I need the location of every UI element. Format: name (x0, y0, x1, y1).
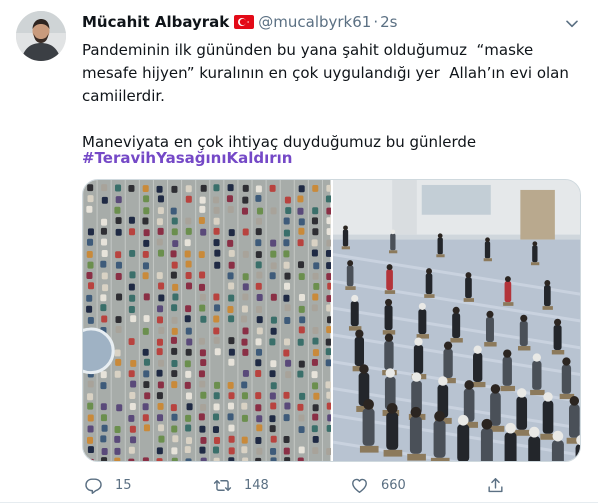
author-handle[interactable]: @mucalbyrk61 (258, 13, 371, 31)
reply-icon (85, 477, 102, 494)
photo-mosque-interior[interactable] (332, 180, 580, 461)
turkey-flag-icon (234, 15, 255, 29)
share-icon (488, 477, 503, 492)
author-name[interactable]: Mücahit Albayrak (82, 13, 229, 31)
avatar[interactable] (16, 11, 66, 61)
tweet-media (82, 179, 581, 462)
photo-aerial-prayer[interactable] (83, 180, 331, 461)
retweet-button[interactable]: 148 (213, 476, 269, 495)
tweet-actions: 15 148 660 (82, 472, 522, 498)
tweet-header: Mücahit Albayrak @mucalbyrk61 · 2s (82, 11, 558, 33)
like-count: 660 (381, 477, 406, 493)
tweet-text: Pandeminin ilk gününden bu yana şahit ol… (82, 41, 569, 151)
hashtag-link[interactable]: #TeravihYasağınıKaldırın (82, 147, 292, 170)
heart-icon (352, 478, 367, 493)
tweet-card[interactable]: Mücahit Albayrak @mucalbyrk61 · 2s Pande… (0, 0, 598, 503)
share-button[interactable] (486, 476, 505, 495)
more-options-icon[interactable] (562, 13, 582, 33)
reply-count: 15 (115, 477, 132, 493)
separator-dot: · (373, 13, 379, 31)
tweet-timestamp[interactable]: 2s (380, 13, 397, 31)
like-button[interactable]: 660 (350, 476, 406, 495)
reply-button[interactable]: 15 (84, 476, 139, 495)
retweet-count: 148 (244, 477, 269, 493)
retweet-icon (213, 479, 232, 491)
